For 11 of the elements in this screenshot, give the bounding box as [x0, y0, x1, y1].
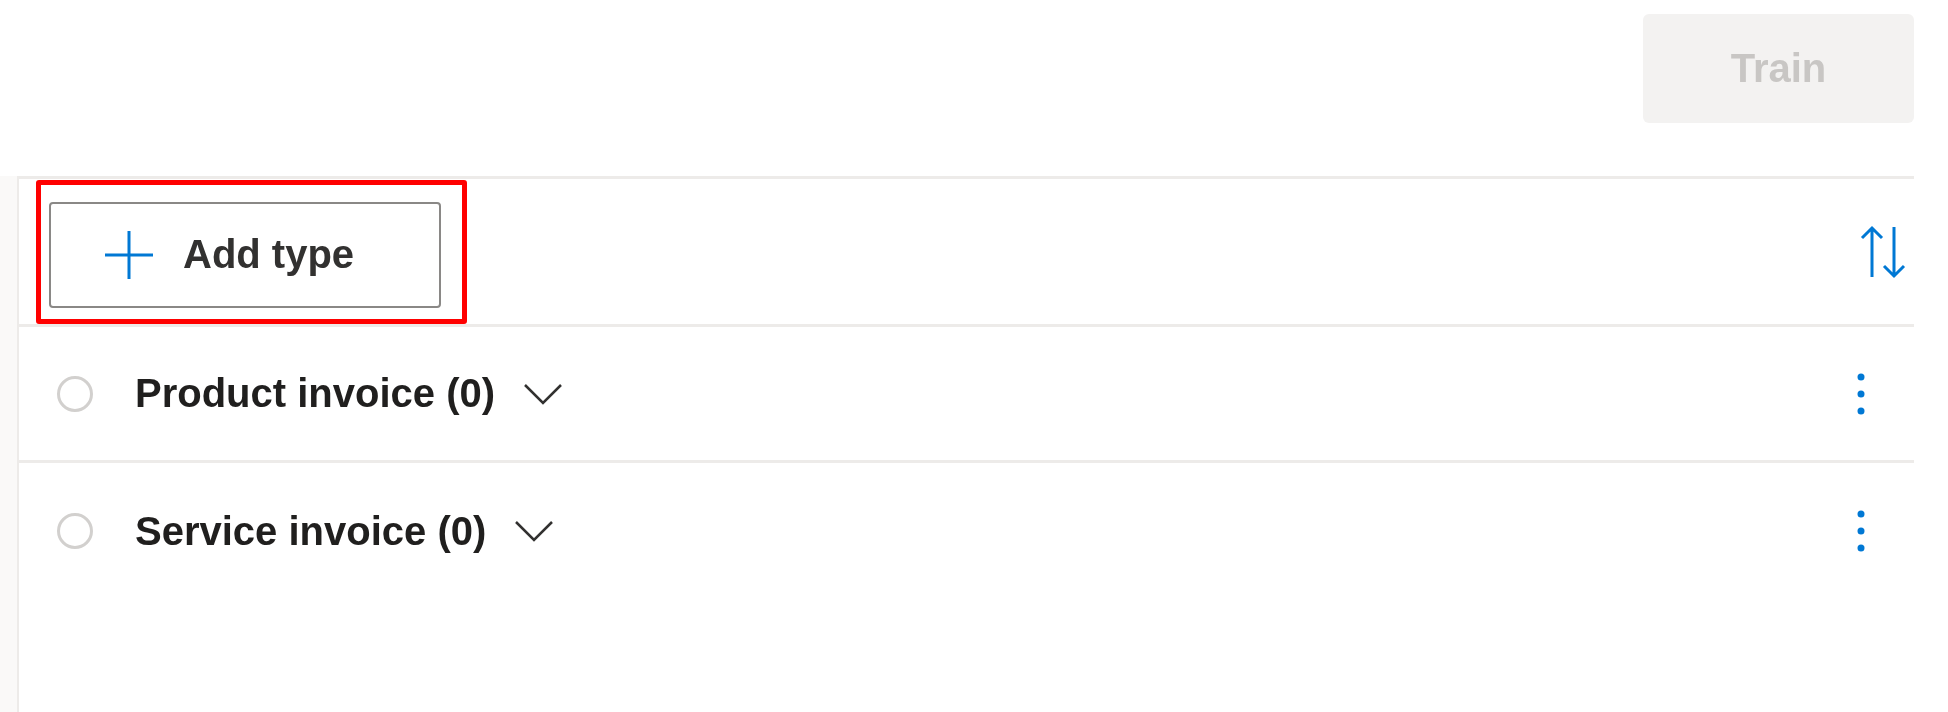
radio-button[interactable]	[57, 375, 93, 412]
plus-icon	[103, 228, 155, 281]
chevron-icon[interactable]	[514, 520, 555, 542]
type-name: Product invoice (0)	[135, 371, 496, 416]
sort-icon[interactable]	[1860, 224, 1906, 279]
more-options-icon[interactable]	[1856, 509, 1866, 553]
type-name: Service invoice (0)	[135, 508, 487, 554]
radio-button[interactable]	[57, 513, 93, 549]
more-options-icon[interactable]	[1856, 371, 1866, 416]
chevron-icon[interactable]	[523, 382, 564, 405]
add-type-button[interactable]: Add type	[49, 201, 441, 308]
